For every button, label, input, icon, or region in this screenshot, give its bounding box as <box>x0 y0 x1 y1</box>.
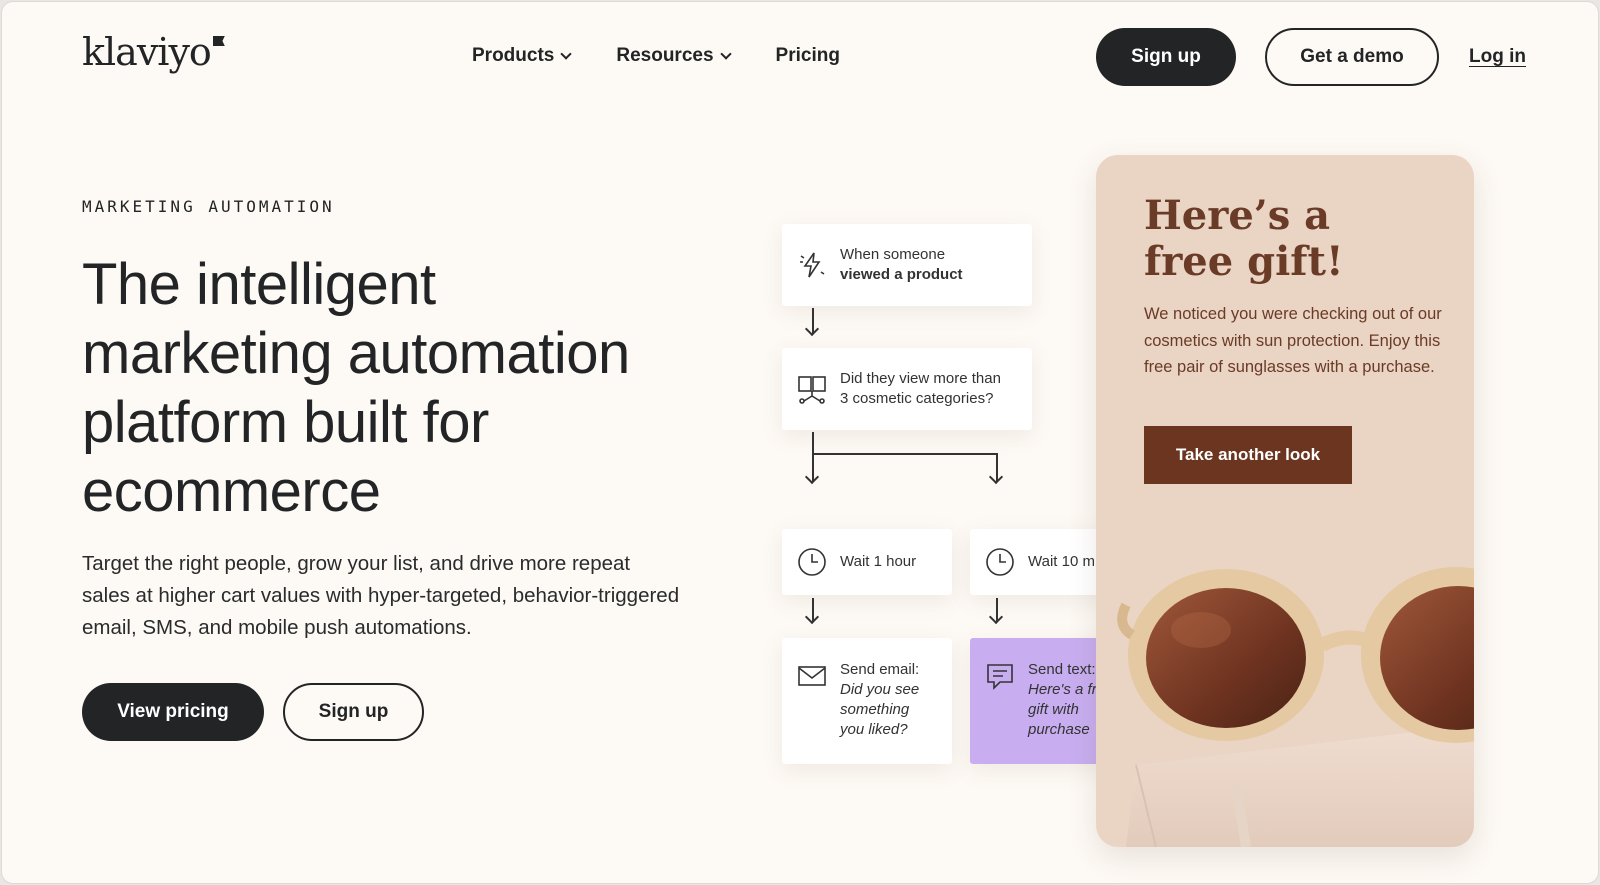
clock-icon <box>796 546 828 578</box>
trigger-line1: When someone <box>840 246 946 263</box>
headline-line: platform built for <box>82 390 489 455</box>
main-nav: Products Resources Pricing <box>472 45 840 67</box>
phone-body: We noticed you were checking out of our … <box>1144 305 1442 376</box>
take-another-look-button[interactable]: Take another look <box>1144 426 1352 484</box>
phone-title: Here’s a free gift! <box>1144 193 1444 285</box>
get-demo-button[interactable]: Get a demo <box>1265 28 1439 86</box>
condition-line1: Did they view more than <box>840 370 1001 387</box>
flow-arrow <box>812 598 814 622</box>
phone-mockup: Here’s a free gift! We noticed you were … <box>1096 155 1474 847</box>
flow-arrow-left <box>812 432 814 482</box>
nav-item-products[interactable]: Products <box>472 45 573 67</box>
lightning-icon <box>796 249 828 281</box>
nav-item-pricing[interactable]: Pricing <box>776 45 840 67</box>
flow-trigger-card: When someone viewed a product <box>782 224 1032 306</box>
headline-line: The intelligent <box>82 252 436 317</box>
hero-signup-button[interactable]: Sign up <box>283 683 424 741</box>
phone-title-line: Here’s a <box>1144 192 1331 239</box>
hero-eyebrow: MARKETING AUTOMATION <box>82 197 335 216</box>
email-body-line: Did you see <box>840 681 920 698</box>
flow-arrow <box>812 308 814 334</box>
login-link[interactable]: Log in <box>1469 46 1526 68</box>
condition-line2: 3 cosmetic categories? <box>840 390 994 407</box>
chat-icon <box>984 660 1016 692</box>
trigger-text: When someone viewed a product <box>840 245 963 285</box>
nav-signup-button[interactable]: Sign up <box>1096 28 1236 86</box>
envelope-icon <box>796 660 828 692</box>
email-text: Send email: Did you see something you li… <box>840 660 919 740</box>
headline-line: marketing automation <box>82 321 630 386</box>
view-pricing-button[interactable]: View pricing <box>82 683 264 741</box>
send-email-card: Send email: Did you see something you li… <box>782 638 952 764</box>
wait-right-label: Wait 10 min <box>1028 553 1107 570</box>
chevron-down-icon <box>560 47 573 60</box>
sms-body-line: purchase <box>1028 721 1090 738</box>
hero-subtext: Target the right people, grow your list,… <box>82 552 680 639</box>
nav-item-label: Pricing <box>775 45 840 66</box>
klaviyo-logo[interactable]: klaviyo <box>82 30 225 74</box>
split-icon <box>796 373 828 405</box>
headline-line: ecommerce <box>82 459 381 524</box>
flow-condition-card: Did they view more than 3 cosmetic categ… <box>782 348 1032 430</box>
flow-branch-line <box>812 453 998 455</box>
email-body-line: something <box>840 701 910 718</box>
wait-left-label: Wait 1 hour <box>840 553 917 570</box>
sunglasses-image <box>1117 567 1474 847</box>
chevron-down-icon <box>719 47 732 60</box>
flow-arrow-right <box>996 453 998 482</box>
flow-arrow <box>996 598 998 622</box>
trigger-line2: viewed a product <box>840 266 963 283</box>
phone-title-line: free gift! <box>1144 238 1344 285</box>
sms-title: Send text: <box>1028 661 1096 678</box>
nav-item-label: Resources <box>616 45 714 66</box>
nav-item-resources[interactable]: Resources <box>616 45 732 67</box>
logo-flag-icon <box>212 36 225 46</box>
logo-text: klaviyo <box>82 30 212 74</box>
nav-item-label: Products <box>472 45 555 66</box>
clock-icon <box>984 546 1016 578</box>
email-body-line: you liked? <box>840 721 908 738</box>
wait-1-hour-card: Wait 1 hour <box>782 529 952 595</box>
email-title: Send email: <box>840 661 920 678</box>
condition-text: Did they view more than 3 cosmetic categ… <box>840 369 1001 409</box>
hero-headline: The intelligent marketing automation pla… <box>82 250 702 526</box>
sms-body-line: gift with <box>1028 701 1079 718</box>
page-frame: klaviyo Products Resources Pricing Sign … <box>1 1 1599 884</box>
